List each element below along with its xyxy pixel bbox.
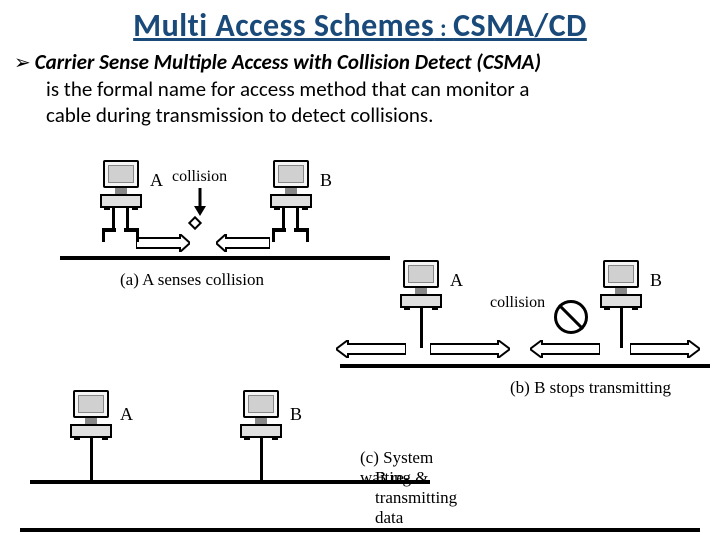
no-sign-icon	[554, 300, 588, 334]
panel-c: A B (c) System waiting & B re-transmitti…	[30, 390, 450, 520]
slide-title: Multi Access Schemes : CSMA/CD	[0, 0, 720, 47]
title-main: Multi Access Schemes	[133, 6, 434, 45]
bullet-line: ➢Carrier Sense Multiple Access with Coll…	[14, 49, 706, 76]
collision-marker-icon	[188, 216, 202, 230]
label-b3: B	[290, 404, 302, 425]
collision-label-a: collision	[172, 168, 227, 186]
body-text: ➢Carrier Sense Multiple Access with Coll…	[0, 47, 720, 129]
caption-b: (b) B stops transmitting	[510, 378, 671, 398]
diagram-area: A B collision (a) A sense	[0, 160, 720, 540]
bottom-rule	[20, 528, 700, 532]
station-a1	[100, 160, 142, 208]
label-a: A	[150, 170, 163, 191]
arrow-left-icon-b	[336, 340, 406, 358]
cable-b	[340, 364, 710, 368]
caption-a: (a) A senses collision	[120, 270, 264, 290]
station-b3	[240, 390, 282, 438]
definition-2: cable during transmission to detect coll…	[14, 102, 706, 128]
caption-c2: B re-transmitting data	[375, 468, 457, 528]
arrow-right-icon-b2	[630, 340, 700, 358]
arrow-left-icon-b2	[530, 340, 600, 358]
station-b1	[270, 160, 312, 208]
label-b2: B	[650, 270, 662, 291]
collision-label-b: collision	[490, 294, 545, 312]
label-a3: A	[120, 404, 133, 425]
arrow-right-icon-b1	[430, 340, 510, 358]
down-arrow-icon	[192, 188, 208, 216]
station-b2	[600, 260, 642, 308]
station-a3	[70, 390, 112, 438]
term: Carrier Sense Multiple Access with Colli…	[35, 49, 541, 75]
label-b: B	[320, 170, 332, 191]
arrow-left-icon	[216, 234, 270, 252]
bullet-icon: ➢	[14, 51, 31, 75]
station-a2	[400, 260, 442, 308]
definition-1: is the formal name for access method tha…	[14, 76, 706, 102]
title-sep: :	[434, 14, 453, 43]
label-a2: A	[450, 270, 463, 291]
arrow-right-icon	[136, 234, 190, 252]
title-sub: CSMA/CD	[453, 6, 587, 45]
